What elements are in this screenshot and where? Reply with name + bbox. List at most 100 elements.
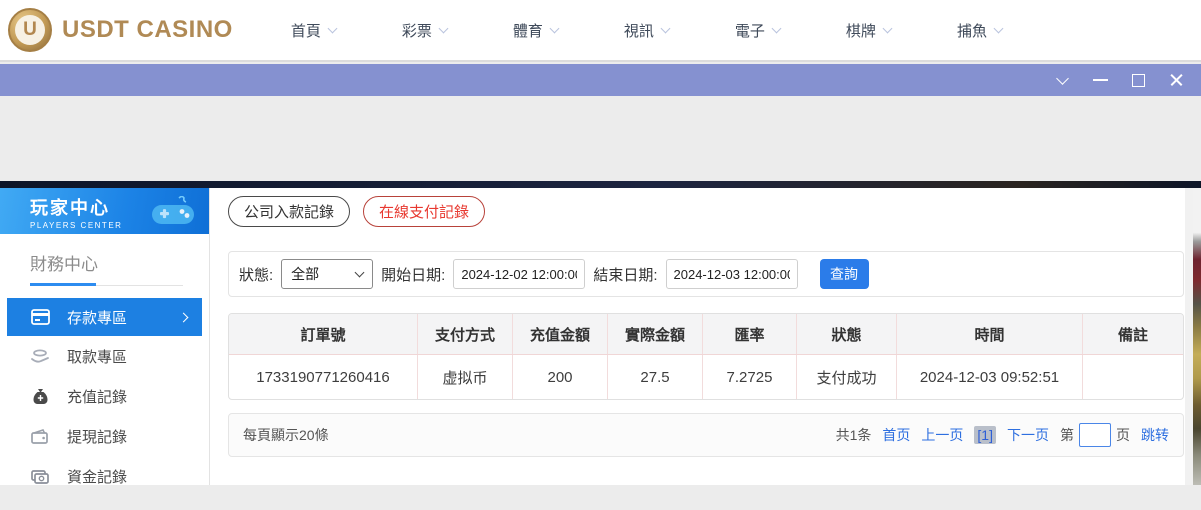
app-window: U USDT CASINO 首頁 彩票 體育 視訊 電子	[0, 0, 1201, 510]
header-time: 時間	[897, 314, 1083, 354]
status-label: 狀態:	[239, 264, 273, 285]
jump-page-input[interactable]	[1079, 423, 1111, 447]
total-count-label: 共1条	[836, 425, 872, 445]
sidebar-item-label: 提現記錄	[67, 426, 127, 447]
jump-group: 第 页	[1060, 423, 1130, 447]
background-image-edge	[1193, 188, 1201, 485]
logo-letter: U	[15, 15, 45, 45]
start-date-input[interactable]	[453, 259, 585, 289]
chevron-down-icon	[438, 23, 448, 33]
nav-item-chess[interactable]: 棋牌	[846, 20, 891, 41]
players-center-header: 玩家中心 PLAYERS CENTER	[0, 188, 209, 234]
sidebar-item-withdrawal-records[interactable]: 提現記錄	[7, 416, 202, 456]
tab-online-payment-records[interactable]: 在線支付記錄	[363, 196, 485, 227]
sidebar-item-withdraw-zone[interactable]: 取款專區	[7, 336, 202, 376]
search-button[interactable]: 查詢	[820, 259, 869, 289]
money-bag-icon	[30, 388, 50, 405]
chevron-down-icon	[327, 23, 337, 33]
status-select-value: 全部	[291, 264, 319, 284]
chevron-down-icon	[355, 268, 365, 278]
sidebar-item-label: 存款專區	[67, 307, 127, 328]
prev-page-link[interactable]: 上一页	[921, 425, 963, 445]
start-date-label: 開始日期:	[381, 264, 445, 285]
orders-table: 訂單號 支付方式 充值金額 實際金額 匯率 狀態 時間 備註 173319077…	[228, 313, 1184, 400]
status-select[interactable]: 全部	[281, 259, 373, 289]
header-actual-amount: 實際金額	[608, 314, 703, 354]
nav-label: 棋牌	[846, 20, 876, 41]
sidebar-item-funds-records[interactable]: 資金記錄	[7, 456, 202, 496]
nav-item-sports[interactable]: 體育	[513, 20, 558, 41]
next-page-link[interactable]: 下一页	[1007, 425, 1049, 445]
dropdown-button[interactable]	[1043, 64, 1081, 96]
record-tabs: 公司入款記錄 在線支付記錄	[228, 196, 1185, 227]
chevron-down-icon	[994, 23, 1004, 33]
content-area: 玩家中心 PLAYERS CENTER 財務中心	[0, 188, 1185, 485]
cell-time: 2024-12-03 09:52:51	[897, 355, 1083, 399]
chevron-down-icon	[660, 23, 670, 33]
header-payment-method: 支付方式	[418, 314, 513, 354]
brand-logo[interactable]: U USDT CASINO	[8, 8, 233, 52]
table-footer: 每頁顯示20條 共1条 首页 上一页 [1] 下一页 第 页 跳转	[228, 413, 1184, 457]
brand-name: USDT CASINO	[62, 16, 233, 44]
finance-section-title: 財務中心	[30, 250, 209, 275]
sidebar-item-recharge-records[interactable]: 充值記錄	[7, 376, 202, 416]
chevron-down-icon	[1056, 72, 1069, 85]
wallet-icon	[30, 429, 50, 444]
first-page-link[interactable]: 首页	[882, 425, 910, 445]
cell-payment-method: 虚拟币	[418, 355, 513, 399]
chevron-right-icon	[179, 312, 189, 322]
maximize-button[interactable]	[1119, 64, 1157, 96]
bank-card-icon	[30, 309, 50, 325]
end-date-label: 結束日期:	[593, 264, 657, 285]
chevron-down-icon	[549, 23, 559, 33]
end-date-input[interactable]	[666, 259, 798, 289]
nav-item-home[interactable]: 首頁	[291, 20, 336, 41]
header-remark: 備註	[1083, 314, 1183, 354]
nav-label: 電子	[735, 20, 765, 41]
sidebar-item-deposit-zone[interactable]: 存款專區	[7, 298, 202, 336]
jump-button[interactable]: 跳转	[1141, 425, 1169, 445]
current-page-indicator: [1]	[974, 426, 996, 444]
cell-recharge-amount: 200	[513, 355, 608, 399]
sidebar: 玩家中心 PLAYERS CENTER 財務中心	[0, 188, 210, 485]
header-exchange-rate: 匯率	[703, 314, 797, 354]
page-size-label: 每頁顯示20條	[243, 425, 329, 445]
sidebar-item-label: 取款專區	[67, 346, 127, 367]
header-recharge-amount: 充值金額	[513, 314, 608, 354]
jump-prefix-label: 第	[1060, 425, 1074, 445]
minimize-icon	[1093, 79, 1108, 81]
logo-coin-icon: U	[8, 8, 52, 52]
nav-label: 彩票	[402, 20, 432, 41]
hand-money-icon	[30, 348, 50, 364]
cell-order-number: 1733190771260416	[229, 355, 418, 399]
main-menu: 首頁 彩票 體育 視訊 電子 棋牌	[291, 20, 1002, 41]
top-nav: U USDT CASINO 首頁 彩票 體育 視訊 電子	[0, 0, 1201, 62]
sidebar-item-label: 資金記錄	[67, 466, 127, 487]
nav-item-live-video[interactable]: 視訊	[624, 20, 669, 41]
cell-status: 支付成功	[797, 355, 897, 399]
section-underline	[30, 285, 183, 286]
minimize-button[interactable]	[1081, 64, 1119, 96]
close-icon	[1169, 73, 1184, 88]
window-title-bar	[0, 64, 1201, 96]
table-header-row: 訂單號 支付方式 充值金額 實際金額 匯率 狀態 時間 備註	[229, 314, 1183, 355]
tab-company-deposit-records[interactable]: 公司入款記錄	[228, 196, 350, 227]
nav-label: 首頁	[291, 20, 321, 41]
nav-item-electronic[interactable]: 電子	[735, 20, 780, 41]
header-order-number: 訂單號	[229, 314, 418, 354]
right-gutter	[1185, 188, 1201, 485]
gamepad-icon	[149, 196, 197, 226]
header-status: 狀態	[797, 314, 897, 354]
coins-record-icon	[30, 468, 50, 484]
nav-item-fishing[interactable]: 捕魚	[957, 20, 1002, 41]
chevron-down-icon	[771, 23, 781, 33]
content-top-divider	[0, 181, 1201, 188]
nav-item-lottery[interactable]: 彩票	[402, 20, 447, 41]
table-row: 1733190771260416 虚拟币 200 27.5 7.2725 支付成…	[229, 355, 1183, 399]
nav-label: 體育	[513, 20, 543, 41]
pagination: 共1条 首页 上一页 [1] 下一页 第 页 跳转	[836, 423, 1169, 447]
filter-bar: 狀態: 全部 開始日期: 結束日期: 查詢	[228, 251, 1184, 297]
cell-remark	[1083, 355, 1183, 399]
chevron-down-icon	[882, 23, 892, 33]
close-button[interactable]	[1157, 64, 1195, 96]
